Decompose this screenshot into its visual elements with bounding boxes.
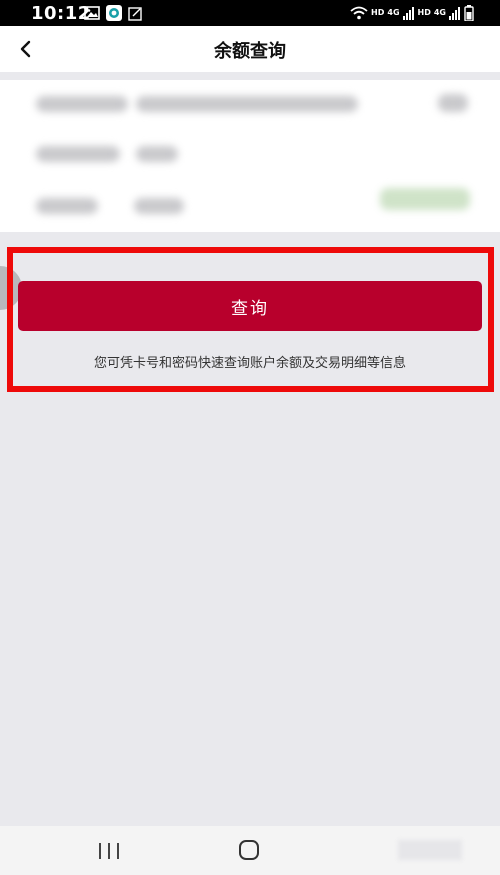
query-button[interactable]: 查询 — [18, 281, 482, 331]
recent-apps-icon-bar — [108, 843, 110, 859]
redacted-row-3-label — [36, 198, 98, 214]
redacted-row-3-badge — [380, 188, 470, 210]
signal-icon — [402, 7, 414, 20]
wifi-icon — [350, 6, 368, 20]
edit-box-icon — [128, 6, 142, 21]
status-time: 10:12 — [31, 3, 91, 24]
net-label-1: 4G — [387, 8, 400, 17]
account-info-card — [0, 80, 500, 232]
status-right: HD 4G HD 4G — [350, 5, 474, 21]
status-bar: 10:12 HD 4G HD 4G — [0, 0, 500, 26]
home-button[interactable] — [239, 840, 259, 860]
recent-apps-button[interactable] — [99, 843, 119, 859]
nav-bar: 余额查询 — [0, 26, 500, 72]
redacted-row-2-label — [36, 146, 120, 162]
recent-apps-icon — [99, 843, 101, 859]
signal-icon — [449, 7, 460, 20]
status-left-icons — [84, 5, 143, 21]
query-hint-text: 您可凭卡号和密码快速查询账户余额及交易明细等信息 — [93, 356, 406, 371]
app-notification-icon — [106, 5, 122, 21]
redacted-row-1-tag — [438, 94, 468, 112]
redacted-row-1-value — [136, 96, 358, 112]
redacted-row-2-value — [136, 146, 178, 162]
image-icon — [84, 6, 100, 20]
redacted-row-3-value — [134, 198, 184, 214]
net-label-2: 4G — [433, 8, 446, 17]
nav-back-button[interactable] — [398, 840, 462, 860]
hd-label-1: HD — [371, 8, 385, 17]
hd-label-2: HD — [417, 8, 431, 17]
redacted-row-1-label — [36, 96, 128, 112]
battery-icon — [464, 5, 474, 21]
page-title: 余额查询 — [214, 41, 286, 62]
system-nav-bar — [0, 826, 500, 875]
recent-apps-icon-bar — [117, 843, 119, 859]
